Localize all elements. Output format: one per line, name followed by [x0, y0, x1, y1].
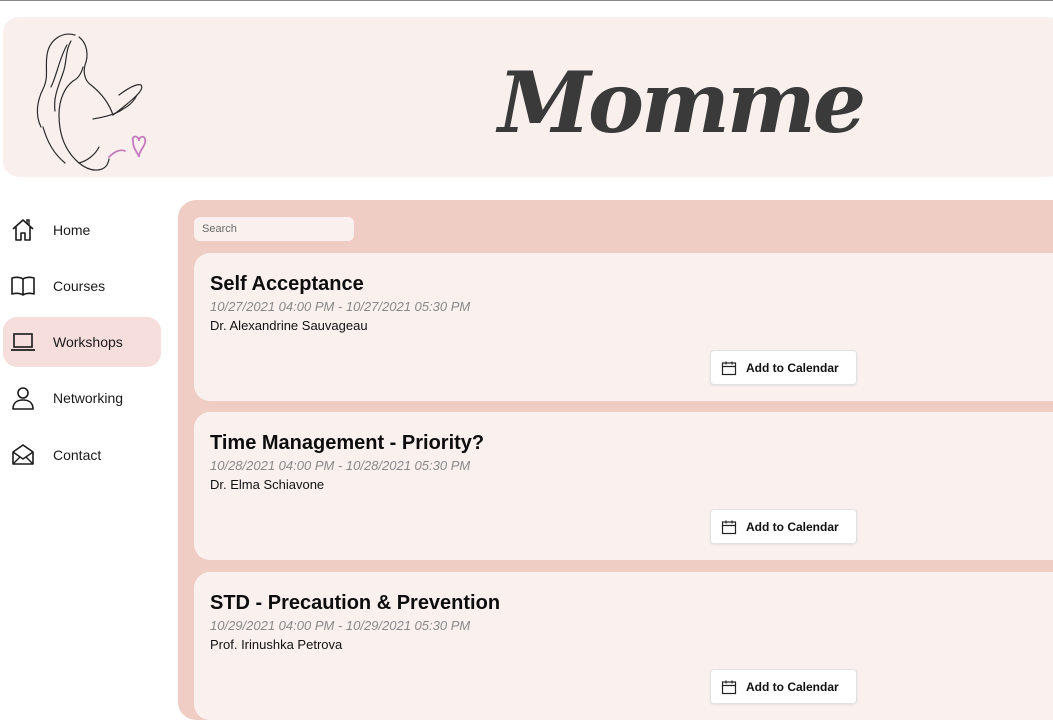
- laptop-icon: [11, 333, 35, 351]
- workshop-host: Dr. Alexandrine Sauvageau: [210, 318, 368, 333]
- workshop-card: Time Management - Priority? 10/28/2021 0…: [194, 412, 1053, 560]
- book-icon: [11, 276, 35, 296]
- workshop-title: Self Acceptance: [210, 273, 364, 295]
- workshop-host: Dr. Elma Schiavone: [210, 477, 325, 492]
- workshop-time: 10/27/2021 04:00 PM - 10/27/2021 05:30 P…: [210, 299, 471, 314]
- sidebar-item-label: Networking: [53, 390, 124, 406]
- sidebar-item-home[interactable]: Home: [3, 205, 161, 255]
- add-to-calendar-button[interactable]: Add to Calendar: [710, 669, 857, 704]
- window-top-border: [0, 0, 1053, 1]
- sidebar-item-networking[interactable]: Networking: [3, 373, 161, 423]
- search-input[interactable]: [194, 217, 354, 241]
- add-to-calendar-label: Add to Calendar: [746, 519, 839, 534]
- sidebar-item-label: Workshops: [53, 334, 123, 350]
- sidebar-item-workshops[interactable]: Workshops: [3, 317, 161, 367]
- envelope-icon: [12, 444, 34, 465]
- sidebar-item-contact[interactable]: Contact: [3, 430, 161, 480]
- sidebar-item-courses[interactable]: Courses: [3, 261, 161, 311]
- workshop-card: STD - Precaution & Prevention 10/29/2021…: [194, 572, 1053, 720]
- sidebar-item-label: Courses: [53, 278, 106, 294]
- add-to-calendar-button[interactable]: Add to Calendar: [710, 350, 857, 385]
- add-to-calendar-button[interactable]: Add to Calendar: [710, 509, 857, 544]
- calendar-icon: [721, 520, 737, 535]
- mother-illustration-logo: [36, 33, 147, 171]
- brand-logo-text: Momme: [498, 53, 866, 152]
- workshop-time: 10/29/2021 04:00 PM - 10/29/2021 05:30 P…: [210, 618, 471, 633]
- home-icon: [12, 219, 34, 241]
- add-to-calendar-label: Add to Calendar: [746, 679, 839, 694]
- workshop-host: Prof. Irinushka Petrova: [210, 637, 343, 652]
- add-to-calendar-label: Add to Calendar: [746, 360, 839, 375]
- header-banner: Momme: [3, 17, 1053, 177]
- calendar-icon: [721, 680, 737, 695]
- person-icon: [12, 387, 34, 410]
- workshop-card: Self Acceptance 10/27/2021 04:00 PM - 10…: [194, 253, 1053, 401]
- sidebar-item-label: Home: [53, 222, 91, 238]
- sidebar-item-label: Contact: [53, 447, 102, 463]
- workshop-title: STD - Precaution & Prevention: [210, 592, 501, 614]
- calendar-icon: [721, 361, 737, 376]
- workshop-time: 10/28/2021 04:00 PM - 10/28/2021 05:30 P…: [210, 458, 471, 473]
- workshops-panel: Self Acceptance 10/27/2021 04:00 PM - 10…: [178, 200, 1053, 720]
- workshop-title: Time Management - Priority?: [210, 432, 485, 454]
